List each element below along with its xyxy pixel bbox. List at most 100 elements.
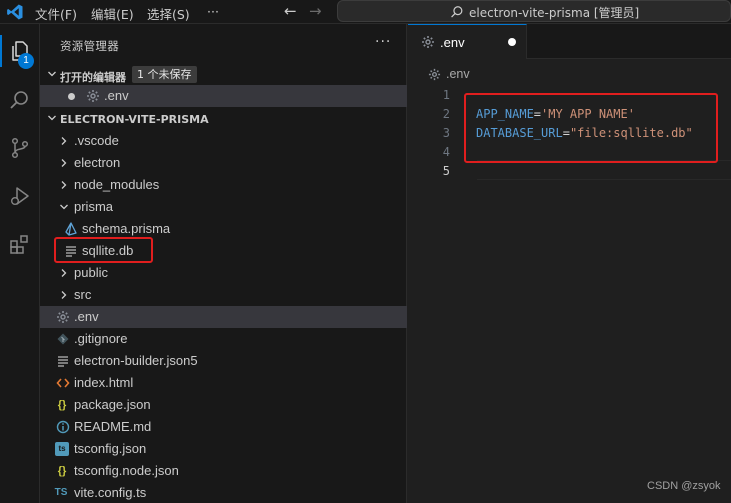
line-number: 5 [442, 164, 450, 178]
ts-icon: TS [54, 487, 68, 498]
vscode-logo-icon [7, 4, 23, 20]
search-icon [451, 6, 463, 18]
tree-item-vite-config[interactable]: TS vite.config.ts [40, 482, 407, 503]
source-control-icon[interactable] [0, 128, 40, 168]
tree-item-package-json[interactable]: {} package.json [40, 394, 407, 416]
menu-edit[interactable]: 编辑(E) [91, 4, 134, 23]
env-equals: = [533, 107, 542, 121]
tree-item-gitignore[interactable]: .gitignore [40, 328, 407, 350]
open-editors-label: 打开的编辑器 [60, 71, 126, 84]
search-view-icon[interactable] [0, 80, 40, 120]
tree-item-label: schema.prisma [82, 221, 171, 236]
code-editor[interactable] [408, 84, 731, 503]
gear-icon [422, 36, 434, 48]
env-value: 'MY APP NAME' [541, 107, 635, 121]
code-line-2[interactable]: APP_NAME='MY APP NAME' [476, 107, 635, 121]
chevron-down-icon [60, 204, 68, 210]
gear-icon [57, 311, 69, 323]
chevron-right-icon [61, 181, 67, 189]
tree-item-src[interactable]: src [40, 284, 407, 306]
sidebar-title: 资源管理器 [60, 39, 119, 53]
tree-item-label: index.html [74, 375, 134, 390]
tree-item-label: prisma [74, 199, 114, 214]
gear-icon [87, 90, 99, 102]
chevron-right-icon [61, 159, 67, 167]
tree-item-label: tsconfig.node.json [74, 463, 179, 478]
tree-item-label: README.md [74, 419, 152, 434]
info-icon [56, 420, 70, 434]
prisma-icon [65, 222, 77, 236]
env-key: APP_NAME [476, 107, 534, 121]
tree-item-label: .vscode [74, 133, 119, 148]
tree-item-electron-builder[interactable]: electron-builder.json5 [40, 350, 407, 372]
title-bar: 文件(F) 编辑(E) 选择(S) ··· ← → electron-vite-… [0, 0, 731, 24]
tree-item-prisma[interactable]: prisma [40, 196, 407, 218]
tree-item-label: node_modules [74, 177, 160, 192]
breadcrumb-label: .env [446, 67, 470, 81]
tree-item-vscode[interactable]: .vscode [40, 130, 407, 152]
activity-bar: 1 [0, 24, 40, 503]
menu-more[interactable]: ··· [207, 4, 219, 19]
tree-item-label: tsconfig.json [74, 441, 147, 456]
more-actions-icon[interactable]: ··· [375, 34, 391, 50]
tree-item-tsconfig-node[interactable]: {} tsconfig.node.json [40, 460, 407, 482]
tab-env[interactable]: .env [408, 24, 527, 59]
tree-item-env[interactable]: .env [40, 306, 407, 328]
git-icon [57, 333, 69, 345]
explorer-icon[interactable]: 1 [0, 31, 40, 71]
chevron-right-icon [61, 269, 67, 277]
tree-item-node-modules[interactable]: node_modules [40, 174, 407, 196]
unsaved-dot-icon[interactable] [508, 38, 516, 46]
unsaved-count-badge: 1 个未保存 [132, 66, 197, 83]
back-arrow-icon[interactable]: ← [284, 2, 297, 20]
tree-item-electron[interactable]: electron [40, 152, 407, 174]
ts-file-icon: ts [55, 442, 69, 456]
line-number: 1 [442, 88, 450, 102]
watermark: CSDN @zsyok [647, 480, 721, 492]
forward-arrow-icon[interactable]: → [309, 2, 322, 20]
menu-selection[interactable]: 选择(S) [147, 4, 190, 23]
line-number: 4 [442, 145, 450, 159]
open-editor-label: .env [104, 88, 129, 103]
editor-tab-bar: .env [408, 24, 731, 59]
code-line-3[interactable]: DATABASE_URL="file:sqllite.db" [476, 126, 693, 140]
tree-item-label: .gitignore [74, 331, 128, 346]
current-line-highlight [477, 160, 731, 180]
project-header[interactable]: ELECTRON-VITE-PRISMA [40, 108, 407, 130]
tree-item-index-html[interactable]: index.html [40, 372, 407, 394]
chevron-right-icon [61, 291, 67, 299]
env-key: DATABASE_URL [476, 126, 563, 140]
unsaved-dot-icon [68, 93, 75, 100]
open-editors-header[interactable]: 打开的编辑器 1 个未保存 [40, 64, 407, 86]
json-icon: {} [57, 399, 67, 411]
command-center[interactable]: electron-vite-prisma [管理员] [337, 0, 731, 22]
tree-item-readme[interactable]: README.md [40, 416, 407, 438]
run-debug-icon[interactable] [0, 176, 40, 216]
explorer-unsaved-badge: 1 [18, 53, 34, 69]
line-number: 2 [442, 107, 450, 121]
open-editor-item[interactable]: .env [40, 85, 407, 107]
tree-item-tsconfig[interactable]: ts tsconfig.json [40, 438, 407, 460]
line-number: 3 [442, 126, 450, 140]
tree-item-label: electron [74, 155, 121, 170]
tree-item-label: .env [74, 309, 99, 324]
env-equals: = [562, 126, 570, 140]
gear-icon [428, 68, 441, 81]
tab-label: .env [440, 35, 465, 50]
tree-item-label: vite.config.ts [74, 485, 147, 500]
explorer-sidebar: 资源管理器 ··· 打开的编辑器 1 个未保存 .env ELECTRON-VI… [40, 24, 407, 503]
tree-item-sqllite-db[interactable]: sqllite.db [40, 240, 407, 262]
tree-item-public[interactable]: public [40, 262, 407, 284]
tree-item-schema-prisma[interactable]: schema.prisma [40, 218, 407, 240]
tree-item-label: sqllite.db [82, 243, 134, 258]
html-icon [56, 378, 70, 388]
lines-file-icon [58, 356, 68, 367]
command-center-label: electron-vite-prisma [管理员] [469, 6, 640, 20]
menu-file[interactable]: 文件(F) [35, 4, 77, 23]
chevron-down-icon [48, 71, 56, 77]
chevron-down-icon [48, 115, 56, 121]
json-icon: {} [57, 465, 67, 477]
extensions-icon[interactable] [0, 224, 40, 264]
tree-item-label: public [74, 265, 108, 280]
tree-item-label: src [74, 287, 92, 302]
